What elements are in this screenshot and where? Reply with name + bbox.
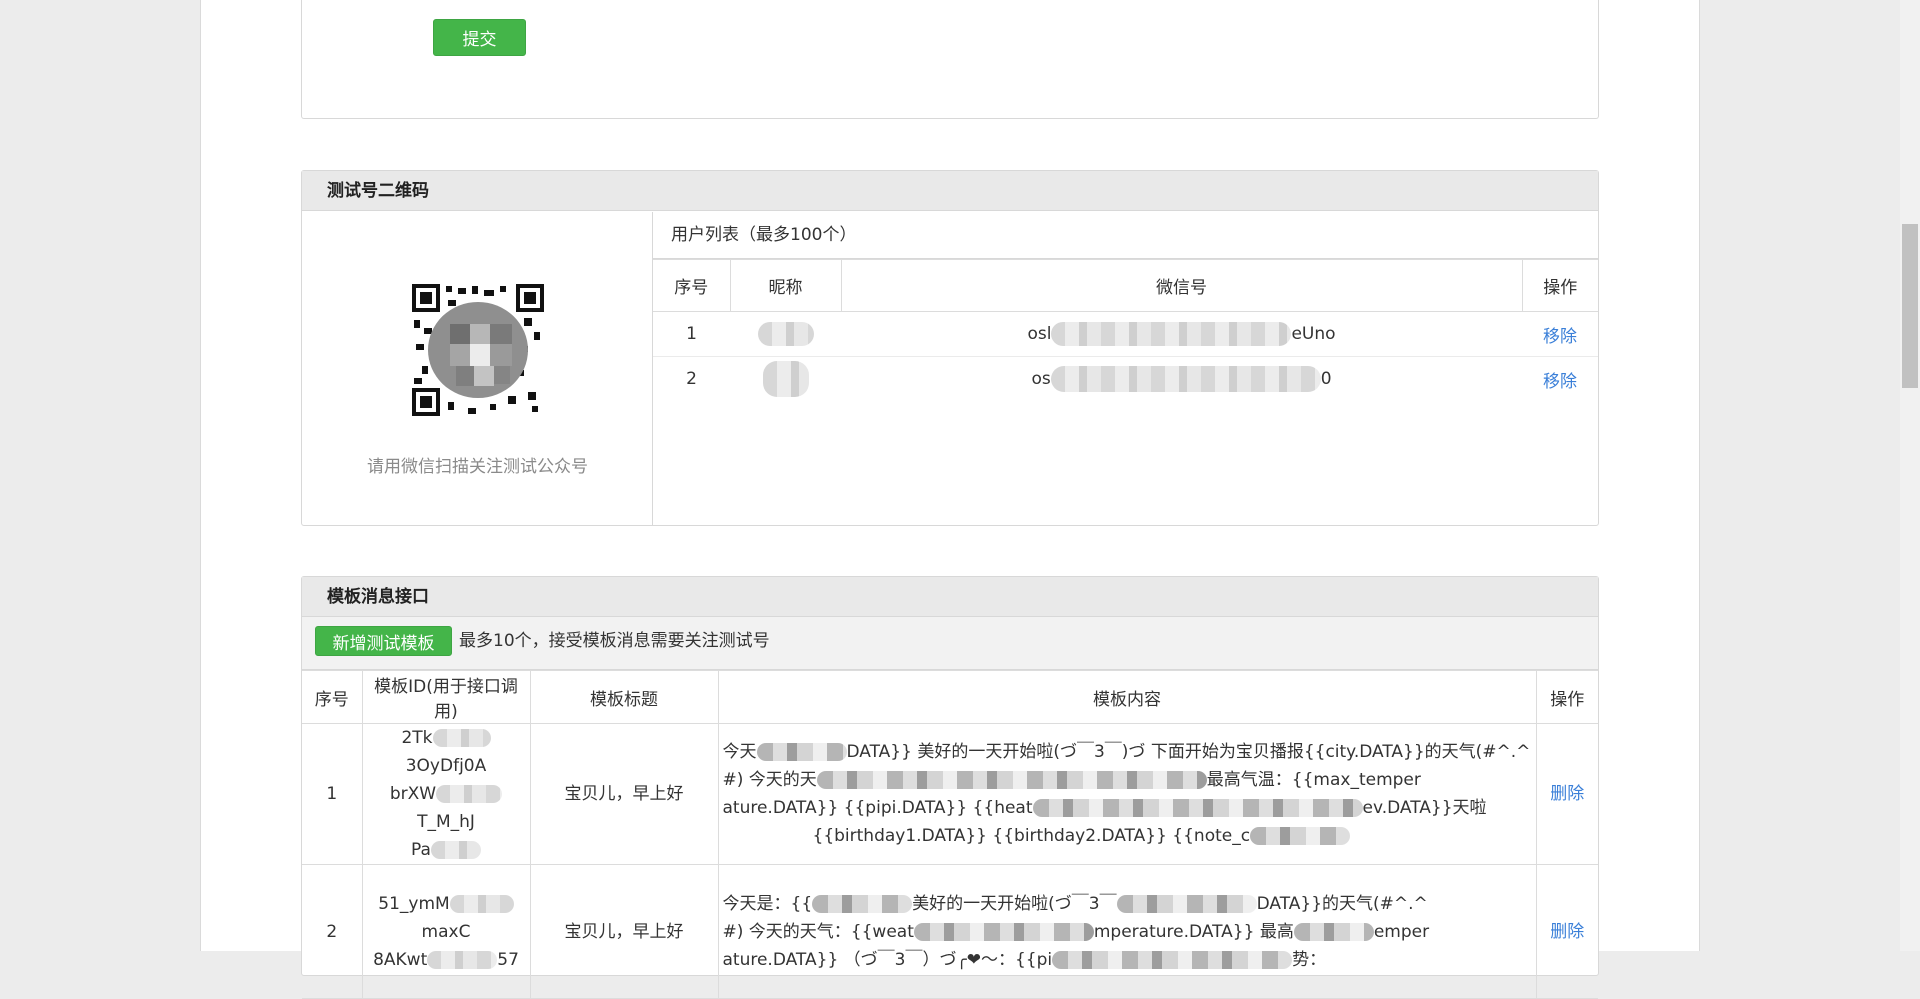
column-header: 模板标题: [529, 670, 719, 724]
qr-caption: 请用微信扫描关注测试公众号: [367, 457, 588, 477]
redacted-id: [1051, 322, 1292, 346]
content-text: mperature.DATA}} 最高: [1093, 921, 1294, 942]
template-table: 序号 模板ID(用于接口调用) 模板标题 模板内容 操作 1 2Tk 3OyDfj…: [302, 670, 1598, 999]
vertical-scrollbar[interactable]: [1900, 0, 1920, 951]
template-panel-title: 模板消息接口: [302, 577, 1598, 617]
content-text: DATA}}的天气(#^.^: [1256, 893, 1428, 914]
redacted-id: [430, 841, 481, 859]
template-message-panel: 模板消息接口 新增测试模板 最多10个，接受模板消息需要关注测试号 序号 模板I…: [301, 576, 1599, 999]
user-table: 序号 昵称 微信号 操作 1 osl eUno 移除 2 os 0 移除: [653, 259, 1598, 402]
wechat-id-start: osl: [1027, 324, 1052, 344]
delete-template-link[interactable]: 删除: [1550, 784, 1584, 804]
row-index: 1: [302, 723, 363, 865]
redacted-content: [1052, 950, 1293, 969]
column-header: 微信号: [840, 259, 1523, 312]
template-id-cell: 51_ymM maxC 8AKwt 57: [361, 864, 531, 999]
submit-panel: 提交: [301, 0, 1599, 119]
content-text: #) 今天的天气：{{weat: [722, 921, 914, 942]
content-text: 今天是：{{: [722, 893, 813, 914]
scrollbar-thumb[interactable]: [1902, 224, 1918, 388]
content-text: 今天: [722, 742, 757, 762]
table-row: 1 2Tk 3OyDfj0A brXW T_M_hJ Pa 宝贝儿，早上好 今天 DA…: [302, 723, 1598, 865]
wechat-id-cell: os 0: [841, 357, 1522, 402]
qr-code-image: [412, 284, 544, 416]
redacted-id: [432, 729, 491, 747]
template-id-text: maxC: [421, 921, 471, 942]
template-id-text: 2Tk: [401, 728, 433, 748]
content-text: #) 今天的天: [722, 770, 817, 790]
redacted-id: [436, 785, 503, 803]
column-header: 昵称: [729, 259, 842, 312]
remove-user-link[interactable]: 移除: [1543, 327, 1577, 347]
row-index: 2: [302, 864, 363, 999]
table-row: 1 osl eUno 移除: [653, 312, 1598, 357]
template-toolbar: 新增测试模板 最多10个，接受模板消息需要关注测试号: [302, 617, 1598, 670]
column-header: 模板ID(用于接口调用): [361, 670, 531, 724]
redacted-id: [427, 950, 498, 969]
column-header: 序号: [653, 259, 731, 312]
redacted-content: [816, 771, 1207, 789]
redacted-content: [913, 922, 1094, 941]
content-text: DATA}} 美好的一天开始啦(づ￣3￣)づ 下面开始为宝贝播报{{city.D…: [846, 742, 1531, 762]
redacted-id: [449, 894, 514, 913]
wechat-id-end: 0: [1320, 369, 1332, 390]
template-note: 最多10个，接受模板消息需要关注测试号: [459, 631, 770, 651]
submit-button[interactable]: 提交: [433, 19, 526, 56]
content-text: ature.DATA}} （づ￣3￣）づ╭❤～：{{pi: [722, 949, 1053, 970]
delete-template-link[interactable]: 删除: [1550, 922, 1584, 942]
wechat-id-start: os: [1031, 369, 1051, 390]
redacted-content: [1293, 922, 1374, 941]
template-id-text: 51_ymM: [378, 893, 450, 914]
template-id-text: brXW: [389, 784, 437, 804]
redacted-nickname: [757, 322, 814, 346]
column-header: 序号: [302, 670, 363, 724]
redacted-content: [756, 743, 847, 761]
content-text: ature.DATA}} {{pipi.DATA}} {{heat: [722, 798, 1033, 818]
table-row: 2 os 0 移除: [653, 357, 1598, 402]
user-list: 用户列表（最多100个） 序号 昵称 微信号 操作 1 osl eUno 移除 …: [653, 212, 1598, 525]
user-list-caption: 用户列表（最多100个）: [653, 212, 1598, 259]
redacted-content: [1116, 894, 1257, 913]
template-content: 今天是：{{ 美好的一天开始啦(づ￣3￣ DATA}}的天气(#^.^ #) 今天的…: [717, 864, 1537, 999]
template-id-text: 8AKwt: [373, 949, 428, 970]
nickname-cell: [730, 357, 841, 402]
content-text: 最高气温：{{max_temper: [1206, 770, 1421, 790]
main-content: 提交 测试号二维码 请用微信扫描关注测试公众号 用户列表（最多100个） 序号 …: [200, 0, 1700, 999]
content-text: emper: [1373, 921, 1430, 942]
template-id-cell: 2Tk 3OyDfj0A brXW T_M_hJ Pa: [361, 723, 531, 865]
template-id-text: 3OyDfj0A: [405, 756, 487, 776]
wechat-id-end: eUno: [1291, 324, 1336, 344]
redacted-content: [1032, 799, 1363, 817]
template-title: 宝贝儿，早上好: [529, 723, 719, 865]
template-id-text: T_M_hJ: [417, 812, 475, 832]
template-id-text: Pa: [411, 840, 431, 860]
qr-panel-title: 测试号二维码: [302, 171, 1598, 211]
column-header: 操作: [1521, 259, 1598, 312]
redacted-nickname: [762, 361, 809, 398]
content-text: ev.DATA}}天啦: [1362, 798, 1487, 818]
wechat-id-cell: osl eUno: [841, 312, 1522, 357]
column-header: 模板内容: [717, 670, 1537, 724]
remove-user-link[interactable]: 移除: [1543, 372, 1577, 392]
table-row: 2 51_ymM maxC 8AKwt 57 宝贝儿，早上好 今天是：{{ 美好的一天…: [302, 864, 1598, 999]
content-text: 美好的一天开始啦(づ￣3￣: [912, 893, 1117, 914]
add-test-template-button[interactable]: 新增测试模板: [315, 626, 452, 656]
template-content: 今天 DATA}} 美好的一天开始啦(づ￣3￣)づ 下面开始为宝贝播报{{city…: [717, 723, 1537, 865]
qr-code-panel: 测试号二维码 请用微信扫描关注测试公众号 用户列表（最多100个） 序号 昵称 …: [301, 170, 1599, 526]
row-index: 2: [686, 369, 697, 390]
template-title: 宝贝儿，早上好: [529, 864, 719, 999]
content-text: {{birthday1.DATA}} {{birthday2.DATA}} {{…: [812, 826, 1251, 846]
nickname-cell: [730, 312, 841, 357]
redacted-content: [1250, 827, 1351, 845]
column-header: 操作: [1535, 670, 1598, 724]
redacted-content: [812, 894, 913, 913]
template-id-text: 57: [497, 949, 519, 970]
qr-code-area: 请用微信扫描关注测试公众号: [302, 212, 653, 525]
redacted-id: [1050, 366, 1321, 393]
row-index: 1: [686, 324, 697, 344]
content-text: 势：: [1292, 949, 1327, 970]
